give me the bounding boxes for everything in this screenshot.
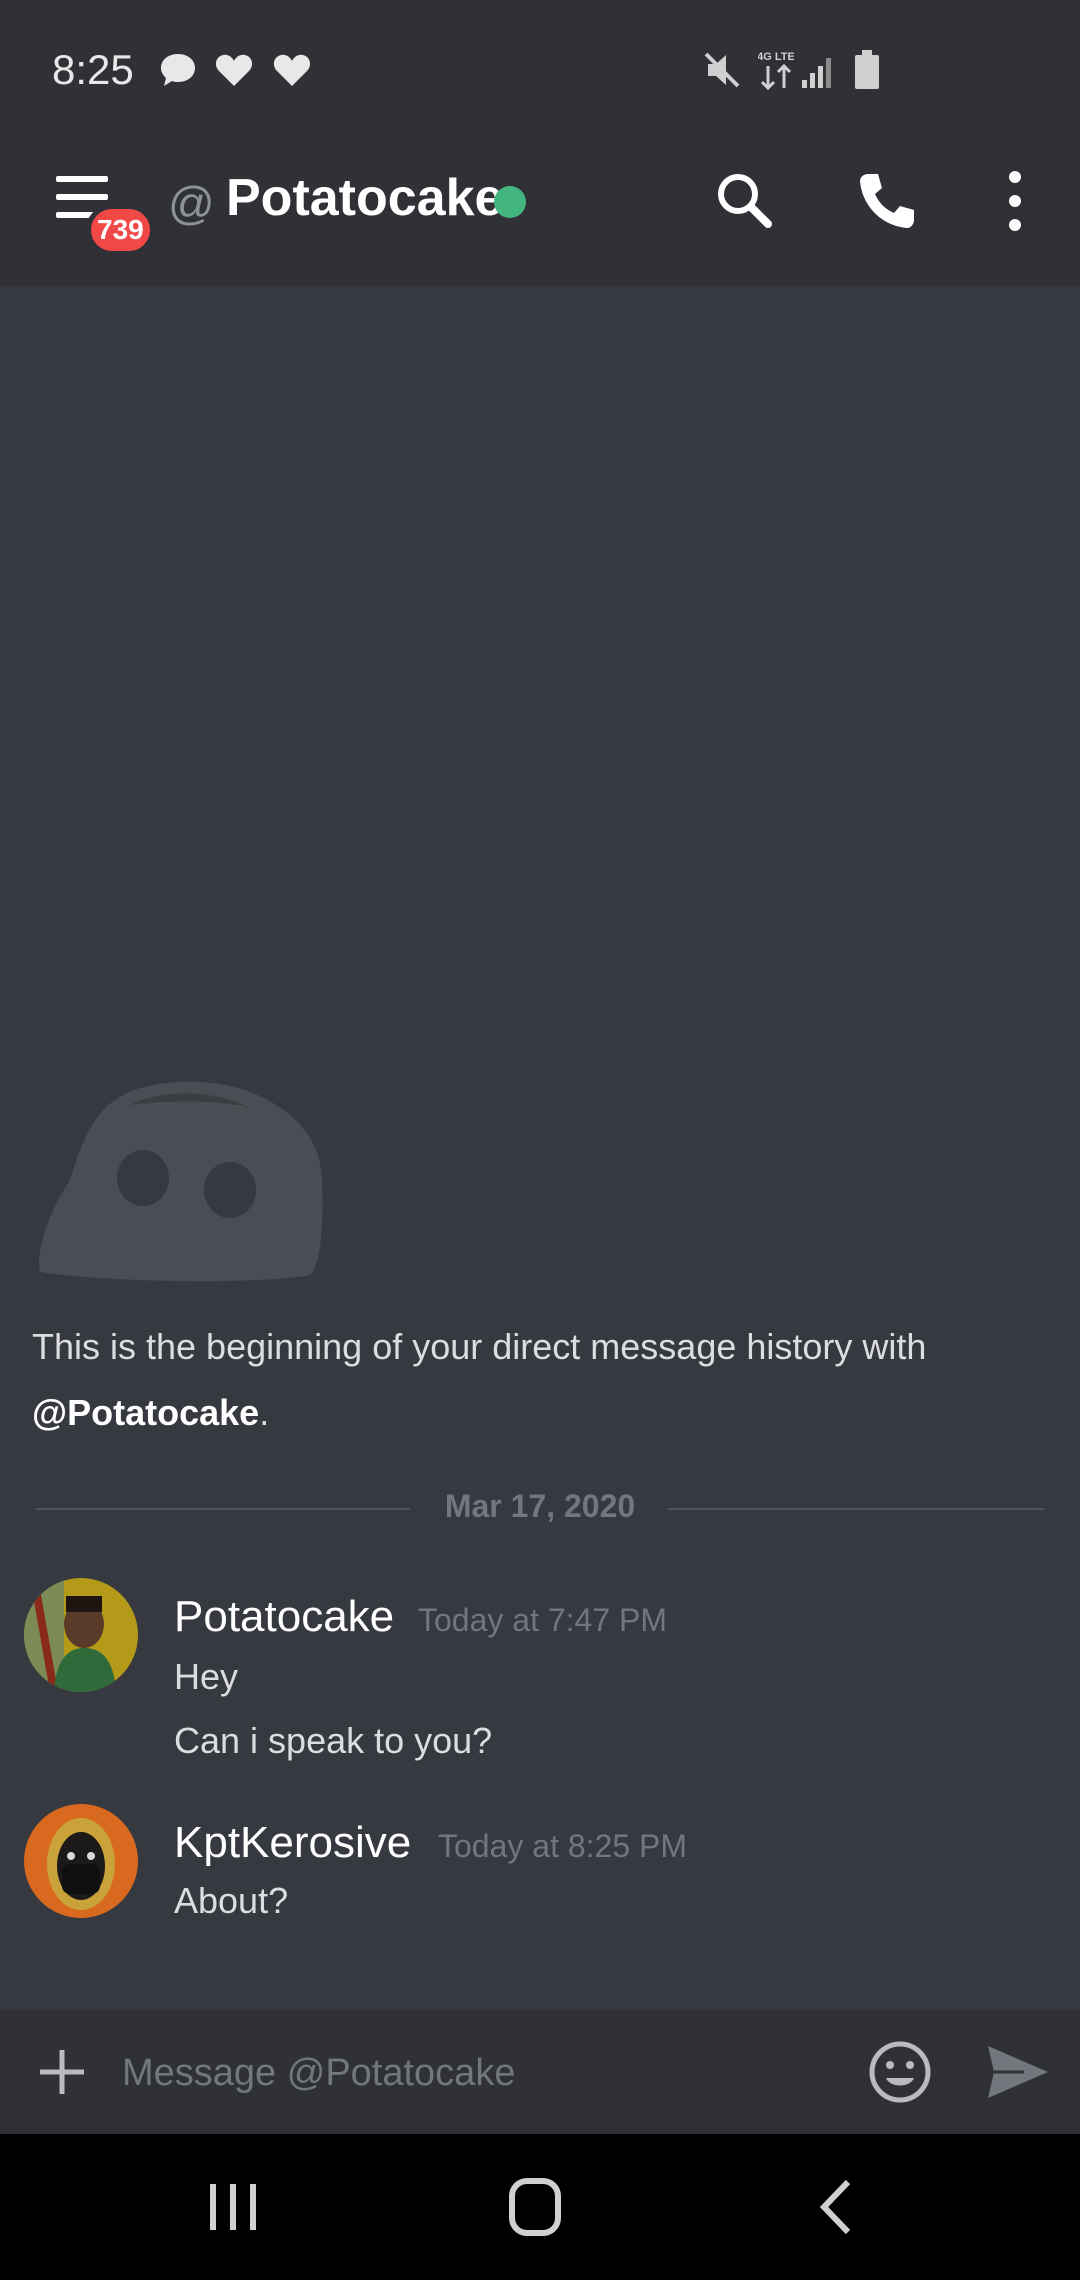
heart-icon [273, 54, 311, 86]
message-author[interactable]: KptKerosive [174, 1818, 411, 1868]
message-timestamp: Today at 7:47 PM [418, 1602, 668, 1638]
4g-lte-icon: 4G LTE [758, 51, 794, 91]
message-text: About? [174, 1880, 289, 1921]
svg-text:4G LTE: 4G LTE [758, 51, 794, 63]
recents-icon[interactable] [188, 2172, 278, 2242]
message-text: Hey [174, 1656, 239, 1697]
status-bar: 8:25 4G LTE [0, 0, 1080, 116]
discord-logo-icon [39, 1081, 323, 1282]
emoji-icon[interactable] [866, 2038, 934, 2106]
dm-intro-text: This is the beginning of your direct mes… [32, 1326, 927, 1433]
message-author[interactable]: Potatocake [174, 1592, 394, 1642]
status-time: 8:25 [52, 46, 134, 93]
date-divider-line-right [668, 1508, 1044, 1510]
plus-icon[interactable] [30, 2040, 94, 2104]
more-vertical-icon[interactable] [980, 166, 1050, 236]
battery-icon [855, 50, 879, 89]
unread-badge: 739 [86, 204, 155, 256]
date-divider-line-left [36, 1508, 410, 1510]
online-status-dot [494, 186, 526, 218]
dm-title[interactable]: Potatocake [226, 168, 503, 228]
send-icon[interactable] [984, 2040, 1052, 2104]
mute-icon [704, 52, 740, 88]
home-icon[interactable] [490, 2172, 580, 2242]
app-bar: 739 @ Potatocake [0, 116, 1080, 286]
message-input[interactable] [120, 2032, 824, 2114]
avatar-kptkerosive[interactable] [24, 1804, 138, 1918]
message-text: Can i speak to you? [174, 1720, 493, 1761]
message-bubble-icon [161, 54, 195, 86]
signal-icon [802, 58, 831, 88]
chat-area[interactable]: This is the beginning of your direct mes… [0, 286, 1080, 2010]
message-composer [0, 2010, 1080, 2134]
system-nav-bar [0, 2134, 1080, 2280]
message-timestamp: Today at 8:25 PM [438, 1828, 688, 1864]
search-icon[interactable] [710, 166, 780, 236]
intro-mention[interactable]: @Potatocake [32, 1392, 259, 1433]
back-icon[interactable] [792, 2172, 882, 2242]
phone-icon[interactable] [852, 166, 922, 236]
heart-icon [215, 54, 253, 86]
avatar-potatocake[interactable] [24, 1578, 138, 1692]
date-divider: Mar 17, 2020 [444, 1488, 636, 1524]
at-icon: @ [168, 177, 215, 229]
